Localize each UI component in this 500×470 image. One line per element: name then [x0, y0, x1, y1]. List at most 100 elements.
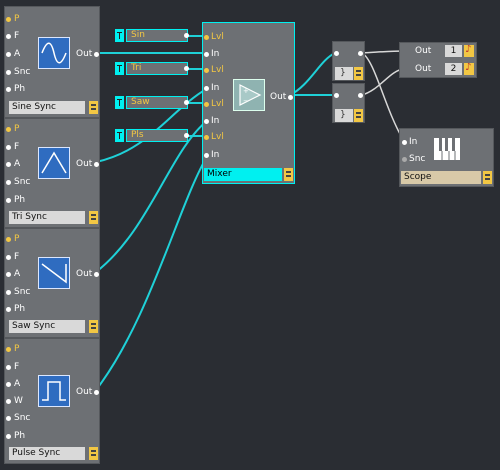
audio-out-1-channel[interactable]: 1: [445, 45, 462, 57]
pulse-port-p-dot[interactable]: [6, 347, 11, 352]
sine-out-port[interactable]: [94, 52, 99, 57]
const-saw-out[interactable]: [184, 100, 189, 105]
scope-snc-dot[interactable]: [402, 157, 407, 162]
tri-port-a-dot[interactable]: [6, 162, 11, 167]
saw-sync-title[interactable]: Saw Sync: [9, 320, 85, 333]
const-saw-label[interactable]: Saw: [126, 96, 188, 109]
mixer-lvl4-dot[interactable]: [204, 135, 209, 140]
splitter-1-menu-button[interactable]: [354, 67, 363, 80]
pulse-port-f-dot[interactable]: [6, 365, 11, 370]
audio-out-1-note-icon[interactable]: [464, 44, 474, 57]
scope-title[interactable]: Scope: [401, 171, 481, 184]
splitter-1-out[interactable]: [358, 51, 363, 56]
scope-in-dot[interactable]: [402, 140, 407, 145]
scope-module[interactable]: In Snc Scope: [399, 128, 494, 187]
pulse-port-w-dot[interactable]: [6, 399, 11, 404]
pulse-port-snc-dot[interactable]: [6, 416, 11, 421]
mixer-lvl1-dot[interactable]: [204, 35, 209, 40]
tri-port-f-dot[interactable]: [6, 145, 11, 150]
saw-out-port[interactable]: [94, 272, 99, 277]
splitter-2-in[interactable]: [334, 93, 339, 98]
mixer-in1-dot[interactable]: [204, 52, 209, 57]
tri-port-snc-dot[interactable]: [6, 180, 11, 185]
const-pls-label[interactable]: Pls: [126, 129, 188, 142]
tri-port-p: P: [14, 124, 20, 134]
tri-port-ph-dot[interactable]: [6, 198, 11, 203]
mixer-lvl2-dot[interactable]: [204, 68, 209, 73]
wire-saw-to-mixer[interactable]: [95, 119, 209, 273]
audio-out-2-note-icon[interactable]: [464, 62, 474, 75]
splitter-2-menu-button[interactable]: [354, 109, 363, 122]
pulse-menu-button[interactable]: [89, 447, 98, 460]
mixer-in2: In: [211, 83, 220, 93]
mixer-in3-dot[interactable]: [204, 119, 209, 124]
cable-to-out2[interactable]: [361, 68, 405, 96]
cable-to-out1[interactable]: [361, 50, 405, 54]
audio-out-1-label: Out: [401, 45, 443, 57]
splitter-1-bar[interactable]: }: [335, 67, 353, 80]
sine-sync-title[interactable]: Sine Sync: [9, 101, 85, 114]
splitter-box-1[interactable]: }: [332, 41, 365, 81]
const-sin-out[interactable]: [184, 33, 189, 38]
pulse-sync-module[interactable]: P F A W Snc Ph Out Pulse Sync: [4, 338, 100, 464]
saw-port-f-dot[interactable]: [6, 255, 11, 260]
tri-out-port[interactable]: [94, 162, 99, 167]
saw-menu-button[interactable]: [89, 320, 98, 333]
mixer-title[interactable]: Mixer: [204, 168, 282, 181]
mixer-out-port[interactable]: [288, 95, 293, 100]
pulse-out-port[interactable]: [94, 390, 99, 395]
const-sin-label[interactable]: Sin: [126, 29, 188, 42]
mixer-in4-dot[interactable]: [204, 153, 209, 158]
mixer-in1: In: [211, 49, 220, 59]
pulse-port-a-dot[interactable]: [6, 382, 11, 387]
sine-sync-module[interactable]: P F A Snc Ph Out Sine Sync: [4, 6, 100, 118]
saw-port-p-dot[interactable]: [6, 237, 11, 242]
sine-port-p-dot[interactable]: [6, 17, 11, 22]
tri-sync-module[interactable]: P F A Snc Ph Out Tri Sync: [4, 118, 100, 228]
const-tri-out[interactable]: [184, 66, 189, 71]
sine-port-ph-dot[interactable]: [6, 87, 11, 92]
audio-out-module[interactable]: Out 1 Out 2: [399, 42, 477, 78]
mixer-in4: In: [211, 150, 220, 160]
sine-wave-icon: [38, 37, 70, 69]
sine-port-snc-dot[interactable]: [6, 70, 11, 75]
saw-port-snc-dot[interactable]: [6, 290, 11, 295]
const-pls-out[interactable]: [184, 133, 189, 138]
const-pls-knob[interactable]: [115, 129, 124, 142]
tri-menu-button[interactable]: [89, 211, 98, 224]
pulse-port-ph-dot[interactable]: [6, 434, 11, 439]
sine-port-a-dot[interactable]: [6, 52, 11, 57]
scope-menu-button[interactable]: [483, 171, 492, 184]
mixer-lvl3-dot[interactable]: [204, 102, 209, 107]
const-tri-knob[interactable]: [115, 62, 124, 75]
const-sin-knob[interactable]: [115, 29, 124, 42]
saw-port-a-dot[interactable]: [6, 272, 11, 277]
mixer-module[interactable]: Lvl In Lvl In Lvl In Lvl In + − Out Mixer: [202, 22, 295, 184]
triangle-wave-icon: [38, 147, 70, 179]
wire-pulse-to-mixer[interactable]: [95, 154, 209, 391]
mixer-in2-dot[interactable]: [204, 86, 209, 91]
sine-port-f: F: [14, 31, 20, 41]
pulse-port-snc: Snc: [14, 413, 31, 423]
sine-port-f-dot[interactable]: [6, 34, 11, 39]
pulse-port-w: W: [14, 396, 23, 406]
saw-port-ph-dot[interactable]: [6, 307, 11, 312]
splitter-2-out[interactable]: [358, 93, 363, 98]
mixer-menu-button[interactable]: [284, 168, 293, 181]
sine-port-p: P: [14, 14, 20, 24]
sine-menu-button[interactable]: [89, 101, 98, 114]
tri-port-p-dot[interactable]: [6, 127, 11, 132]
const-saw-knob[interactable]: [115, 96, 124, 109]
splitter-2-bar[interactable]: }: [335, 109, 353, 122]
pulse-sync-title[interactable]: Pulse Sync: [9, 447, 85, 460]
saw-out-label: Out: [76, 269, 93, 279]
cable-to-scope[interactable]: [361, 52, 405, 142]
splitter-1-in[interactable]: [334, 51, 339, 56]
tri-sync-title[interactable]: Tri Sync: [9, 211, 85, 224]
const-tri-label[interactable]: Tri: [126, 62, 188, 75]
tri-port-snc: Snc: [14, 177, 31, 187]
saw-sync-module[interactable]: P F A Snc Ph Out Saw Sync: [4, 228, 100, 338]
splitter-box-2[interactable]: }: [332, 83, 365, 123]
wire-mixer-out-a[interactable]: [289, 52, 336, 96]
audio-out-2-channel[interactable]: 2: [445, 63, 462, 75]
